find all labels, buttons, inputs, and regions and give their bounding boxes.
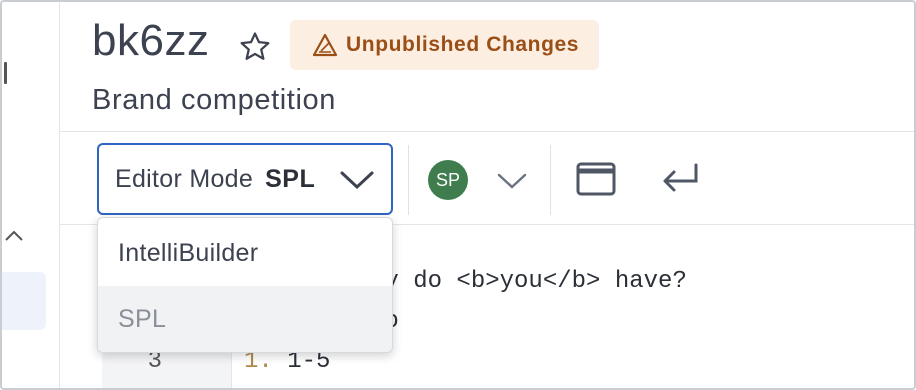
dropdown-option-spl[interactable]: SPL — [98, 286, 392, 352]
editor-toolbar: Editor Mode SPL SP — [60, 133, 914, 225]
dropdown-option-intellibuilder[interactable]: IntelliBuilder — [98, 220, 392, 286]
window-icon[interactable] — [576, 161, 616, 197]
sidebar-selected-item[interactable] — [2, 272, 46, 330]
avatar[interactable]: SP — [428, 160, 468, 200]
app-frame: bk6zz Unpublished Changes Brand competit… — [0, 0, 916, 390]
status-badge-label: Unpublished Changes — [346, 33, 580, 56]
warning-icon — [312, 33, 338, 57]
return-icon[interactable] — [660, 159, 702, 197]
page-header: bk6zz Unpublished Changes Brand competit… — [60, 2, 914, 132]
chevron-up-icon[interactable] — [4, 226, 24, 246]
editor-mode-label: Editor Mode — [115, 164, 254, 193]
toolbar-divider — [550, 145, 551, 215]
star-icon[interactable] — [238, 30, 272, 64]
code-line: ny do <b>you</b> have? — [370, 268, 687, 295]
status-badge: Unpublished Changes — [290, 20, 600, 70]
editor-mode-dropdown: IntelliBuilder SPL — [97, 217, 393, 353]
toolbar-divider — [408, 145, 409, 215]
user-menu-chevron-icon[interactable] — [496, 171, 528, 191]
left-sidebar — [2, 2, 60, 388]
page-title: bk6zz — [92, 16, 210, 65]
page-subtitle: Brand competition — [92, 84, 336, 116]
editor-mode-value: SPL — [265, 164, 316, 193]
resize-handle[interactable] — [4, 62, 7, 84]
editor-mode-select[interactable]: Editor Mode SPL — [97, 143, 393, 215]
chevron-down-icon — [340, 171, 374, 190]
